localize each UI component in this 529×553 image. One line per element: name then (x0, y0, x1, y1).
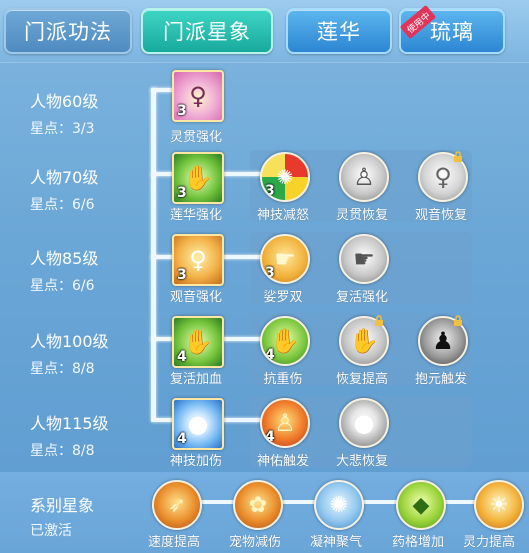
series-connector (360, 500, 400, 504)
tree-connector (151, 418, 173, 422)
series-medicine-slot[interactable]: ◆ (396, 480, 446, 530)
skill-count: 4 (265, 429, 275, 445)
level-stars: 星点：6/6 (30, 197, 95, 213)
skill-label: 莲华强化 (169, 208, 222, 223)
skill-count: 4 (177, 349, 187, 365)
skill-count: 3 (177, 185, 187, 201)
level-60: 人物60级 星点：3/3 (30, 88, 98, 138)
series-speed-up[interactable]: ➶ (152, 480, 202, 530)
skill-label: 恢复提高 (335, 372, 388, 387)
skill-reduce-rage[interactable]: ✺ 3 (260, 152, 310, 202)
skill-lianhua-boost[interactable]: ✋ 3 (172, 152, 224, 204)
skill-label: 神技减怒 (256, 208, 309, 223)
series-label: 宠物减伤 (228, 535, 281, 550)
level-title: 人物85级 (30, 249, 99, 268)
skill-label: 抗重伤 (263, 372, 303, 387)
tree-connector (151, 255, 173, 259)
level-title: 人物70级 (30, 168, 99, 187)
skill-lingguan-heal[interactable]: ♙ (339, 152, 389, 202)
tab-lianhua[interactable]: 莲华 (286, 8, 392, 54)
lock-icon (454, 151, 462, 162)
level-title: 人物115级 (30, 414, 109, 433)
skill-resist-heavy[interactable]: ✋ 4 (260, 316, 310, 366)
level-stars: 星点：8/8 (30, 443, 95, 459)
series-spirit-power[interactable]: ☀ (474, 480, 524, 530)
tab-label: 琉璃 (430, 20, 474, 44)
skill-revive-boost[interactable]: ☛ (339, 234, 389, 284)
level-title: 人物60级 (30, 92, 99, 111)
level-100: 人物100级 星点：8/8 (30, 328, 109, 378)
series-info: 系别星象 已激活 (30, 492, 94, 540)
skill-compassion-heal[interactable]: ● (339, 398, 389, 448)
level-title: 人物100级 (30, 332, 109, 351)
series-label: 速度提高 (147, 535, 200, 550)
lock-icon (454, 315, 462, 326)
sun-icon: ☀ (489, 492, 509, 518)
level-stars: 星点：6/6 (30, 278, 95, 294)
skill-label: 复活强化 (335, 290, 388, 305)
series-focus-qi[interactable]: ✺ (314, 480, 364, 530)
skill-label: 神佑触发 (256, 454, 309, 469)
skill-guanyin-boost[interactable]: ♀ 3 (172, 234, 224, 286)
series-label: 灵力提高 (462, 535, 515, 550)
skill-count: 3 (265, 183, 275, 199)
tree-connector (221, 418, 263, 422)
skill-divine-protect-trigger[interactable]: ♙ 4 (260, 398, 310, 448)
skill-label: 神技加伤 (169, 454, 222, 469)
tab-label: 门派功法 (24, 20, 112, 44)
skill-label: 观音恢复 (414, 208, 467, 223)
tree-connector (151, 337, 173, 341)
level-stars: 星点：8/8 (30, 361, 95, 377)
skill-label: 大悲恢复 (335, 454, 388, 469)
orb-icon: ● (353, 409, 375, 437)
series-title: 系别星象 (30, 496, 95, 515)
skill-label: 复活加血 (169, 372, 222, 387)
level-85: 人物85级 星点：6/6 (30, 245, 98, 295)
skill-label: 娑罗双 (263, 290, 303, 305)
skill-count: 3 (265, 265, 275, 281)
skill-label: 灵贯恢复 (335, 208, 388, 223)
skill-count: 3 (177, 103, 187, 119)
series-label: 药格增加 (391, 535, 444, 550)
skill-lingguan-boost[interactable]: ♀ 3 (172, 70, 224, 122)
skill-label: 观音强化 (169, 290, 222, 305)
skill-label: 灵贯强化 (169, 130, 222, 145)
level-115: 人物115级 星点：8/8 (30, 410, 109, 460)
swirl-icon: ✿ (248, 492, 268, 518)
skill-revive-heal[interactable]: ✋ 4 (172, 316, 224, 368)
gem-icon: ◆ (412, 492, 430, 518)
skill-count: 4 (177, 431, 187, 447)
skill-saluoshuang[interactable]: ☛ 3 (260, 234, 310, 284)
series-pet-damage-reduce[interactable]: ✿ (233, 480, 283, 530)
tree-connector (221, 255, 263, 259)
skill-count: 3 (177, 267, 187, 283)
tree-connector (151, 172, 173, 176)
tree-connector (221, 172, 263, 176)
figure-icon: ♙ (353, 163, 375, 191)
tab-sect-skills[interactable]: 门派功法 (4, 8, 132, 54)
tree-connector (221, 337, 263, 341)
level-70: 人物70级 星点：6/6 (30, 164, 98, 214)
figure-icon: ✺ (329, 492, 349, 518)
series-connector (196, 500, 236, 504)
tab-sect-stars[interactable]: 门派星象 (141, 8, 273, 54)
series-label: 凝神聚气 (309, 535, 362, 550)
series-status: 已激活 (30, 523, 72, 539)
skill-count: 4 (265, 347, 275, 363)
hand-icon: ☛ (353, 245, 375, 273)
skill-divine-damage[interactable]: ● 4 (172, 398, 224, 450)
skill-label: 抱元触发 (414, 372, 467, 387)
lock-icon (375, 315, 383, 326)
tab-label: 门派星象 (163, 20, 251, 44)
series-connector (278, 500, 318, 504)
tree-connector (151, 88, 173, 92)
tab-label: 莲华 (317, 20, 361, 44)
level-stars: 星点：3/3 (30, 121, 95, 137)
wing-icon: ➶ (167, 492, 187, 518)
